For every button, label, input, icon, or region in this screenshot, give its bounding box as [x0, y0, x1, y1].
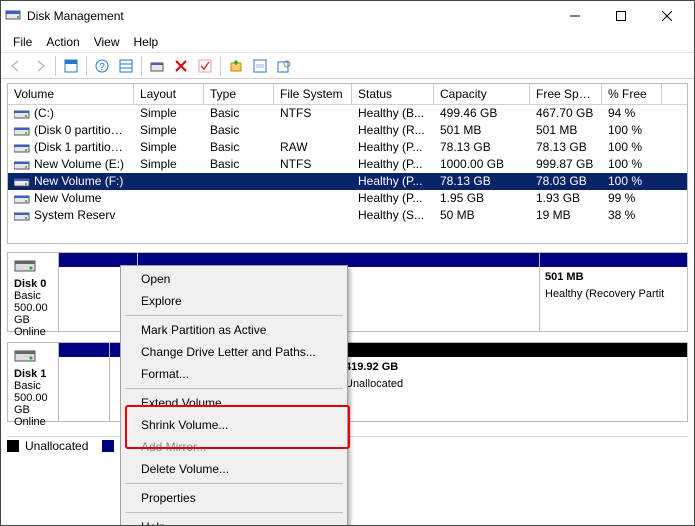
- menu-item-properties[interactable]: Properties: [123, 487, 345, 509]
- settings-icon[interactable]: [249, 55, 271, 77]
- forward-button[interactable]: [29, 55, 51, 77]
- col-layout[interactable]: Layout: [134, 84, 204, 104]
- context-menu: OpenExplore Mark Partition as ActiveChang…: [120, 265, 348, 525]
- menu-separator: [125, 483, 343, 484]
- toolbar: ?: [1, 53, 694, 79]
- menu-item-open[interactable]: Open: [123, 268, 345, 290]
- find-icon[interactable]: [273, 55, 295, 77]
- partition[interactable]: 419.92 GBUnallocated: [339, 343, 687, 421]
- rescan-icon[interactable]: [225, 55, 247, 77]
- col-type[interactable]: Type: [204, 84, 274, 104]
- menu-item-mark-partition-as-active[interactable]: Mark Partition as Active: [123, 319, 345, 341]
- volume-row[interactable]: System ReservHealthy (S...50 MB19 MB38 %: [8, 207, 687, 224]
- col-volume[interactable]: Volume: [8, 84, 134, 104]
- col-capacity[interactable]: Capacity: [434, 84, 530, 104]
- legend-label-unallocated: Unallocated: [25, 439, 88, 453]
- menu-view[interactable]: View: [88, 33, 126, 51]
- col-pctfree[interactable]: % Free: [602, 84, 662, 104]
- menu-item-change-drive-letter-and-paths[interactable]: Change Drive Letter and Paths...: [123, 341, 345, 363]
- col-status[interactable]: Status: [352, 84, 434, 104]
- menu-separator: [125, 388, 343, 389]
- menu-item-format[interactable]: Format...: [123, 363, 345, 385]
- volume-row[interactable]: New Volume (F:)Healthy (P...78.13 GB78.0…: [8, 173, 687, 190]
- svg-text:?: ?: [99, 62, 105, 73]
- menu-separator: [125, 315, 343, 316]
- close-button[interactable]: [644, 1, 690, 31]
- legend-swatch-primary: [102, 440, 114, 452]
- menu-item-explore[interactable]: Explore: [123, 290, 345, 312]
- partition[interactable]: [59, 343, 109, 421]
- menu-item-help[interactable]: Help: [123, 516, 345, 525]
- column-headers: Volume Layout Type File System Status Ca…: [8, 84, 687, 105]
- col-freespace[interactable]: Free Spa...: [530, 84, 602, 104]
- volume-row[interactable]: (C:)SimpleBasicNTFSHealthy (B...499.46 G…: [8, 105, 687, 122]
- menubar: File Action View Help: [1, 31, 694, 53]
- volume-row[interactable]: New Volume (E:)SimpleBasicNTFSHealthy (P…: [8, 156, 687, 173]
- view-list-button[interactable]: [115, 55, 137, 77]
- col-filesystem[interactable]: File System: [274, 84, 352, 104]
- maximize-button[interactable]: [598, 1, 644, 31]
- window-title: Disk Management: [27, 9, 552, 23]
- volume-list[interactable]: Volume Layout Type File System Status Ca…: [7, 83, 688, 244]
- back-button[interactable]: [5, 55, 27, 77]
- disk-info: Disk 0Basic500.00 GBOnline: [8, 253, 59, 331]
- app-icon: [5, 7, 21, 26]
- delete-icon[interactable]: [170, 55, 192, 77]
- volume-row[interactable]: (Disk 1 partition 1)SimpleBasicRAWHealth…: [8, 139, 687, 156]
- menu-item-add-mirror: Add Mirror...: [123, 436, 345, 458]
- attach-vhd-icon[interactable]: [146, 55, 168, 77]
- menu-item-delete-volume[interactable]: Delete Volume...: [123, 458, 345, 480]
- disk-info: Disk 1Basic500.00 GBOnline: [8, 343, 59, 421]
- view-top-button[interactable]: [60, 55, 82, 77]
- menu-action[interactable]: Action: [40, 33, 85, 51]
- content-area: Volume Layout Type File System Status Ca…: [1, 79, 694, 525]
- partition[interactable]: 501 MBHealthy (Recovery Partit: [539, 253, 687, 331]
- minimize-button[interactable]: [552, 1, 598, 31]
- menu-file[interactable]: File: [7, 33, 38, 51]
- legend-swatch-unallocated: [7, 440, 19, 452]
- menu-item-shrink-volume[interactable]: Shrink Volume...: [123, 414, 345, 436]
- volume-row[interactable]: New VolumeHealthy (P...1.95 GB1.93 GB99 …: [8, 190, 687, 207]
- menu-help[interactable]: Help: [128, 33, 165, 51]
- volume-row[interactable]: (Disk 0 partition 3)SimpleBasicHealthy (…: [8, 122, 687, 139]
- check-icon[interactable]: [194, 55, 216, 77]
- window-frame: Disk Management File Action View Help ? …: [0, 0, 695, 526]
- titlebar: Disk Management: [1, 1, 694, 31]
- menu-item-extend-volume[interactable]: Extend Volume...: [123, 392, 345, 414]
- menu-separator: [125, 512, 343, 513]
- help-button[interactable]: ?: [91, 55, 113, 77]
